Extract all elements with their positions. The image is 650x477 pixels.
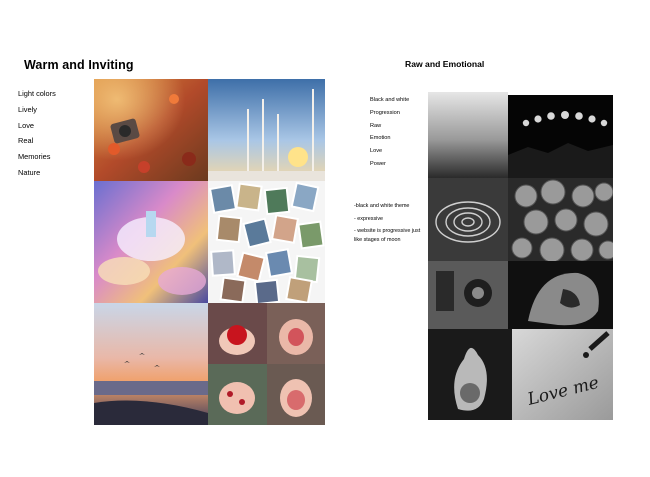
burning-rose-photo (428, 329, 512, 420)
moon-phases-photo (508, 95, 613, 178)
hand-photo-3 (267, 364, 325, 425)
roaring-lion-photo (508, 261, 613, 329)
raw-notes: -black and white theme - expressive - we… (354, 202, 428, 248)
keyword-item: Love (18, 120, 35, 130)
keyword-item: Power (370, 160, 386, 167)
keyword-item: Black and white (370, 97, 410, 103)
winter-sunset-photo (208, 79, 325, 181)
hand-photo-1 (267, 303, 325, 364)
raw-board-title: Raw and Emotional (405, 59, 485, 69)
keyword-item: Memories (18, 152, 51, 162)
warm-board-title: Warm and Inviting (24, 58, 134, 72)
hand-photo-2 (208, 364, 267, 425)
water-ripple-photo (428, 178, 508, 261)
keyword-item: Lively (18, 104, 37, 114)
keyword-item: Raw (370, 122, 382, 129)
keyword-item: Light colors (18, 89, 56, 98)
keyword-item: Nature (18, 167, 41, 177)
raw-keyword-list: Black and white Progression Raw Emotion … (370, 94, 409, 171)
bw-closeup-photo (428, 261, 508, 329)
beach-sunset-photo (94, 303, 208, 425)
note-item: - expressive (354, 215, 384, 222)
hands-rose-photo (208, 303, 267, 364)
bw-horizon-photo (428, 92, 508, 178)
keyword-item: Love (370, 148, 383, 155)
autumn-camera-photo (94, 79, 208, 181)
note-item: - website is progressive just like stage… (354, 228, 421, 243)
bw-roses-photo (508, 178, 613, 261)
keyword-item: Emotion (370, 135, 391, 142)
love-me-handwriting-photo: Love me (512, 329, 613, 420)
note-item: -black and white theme (354, 203, 410, 209)
polaroid-collage-photo (208, 181, 325, 303)
keyword-item: Progression (370, 109, 400, 116)
fantasy-castle-photo (94, 181, 208, 303)
keyword-item: Real (18, 136, 34, 146)
warm-keyword-list: Light colors Lively Love Real Memories N… (18, 86, 56, 181)
